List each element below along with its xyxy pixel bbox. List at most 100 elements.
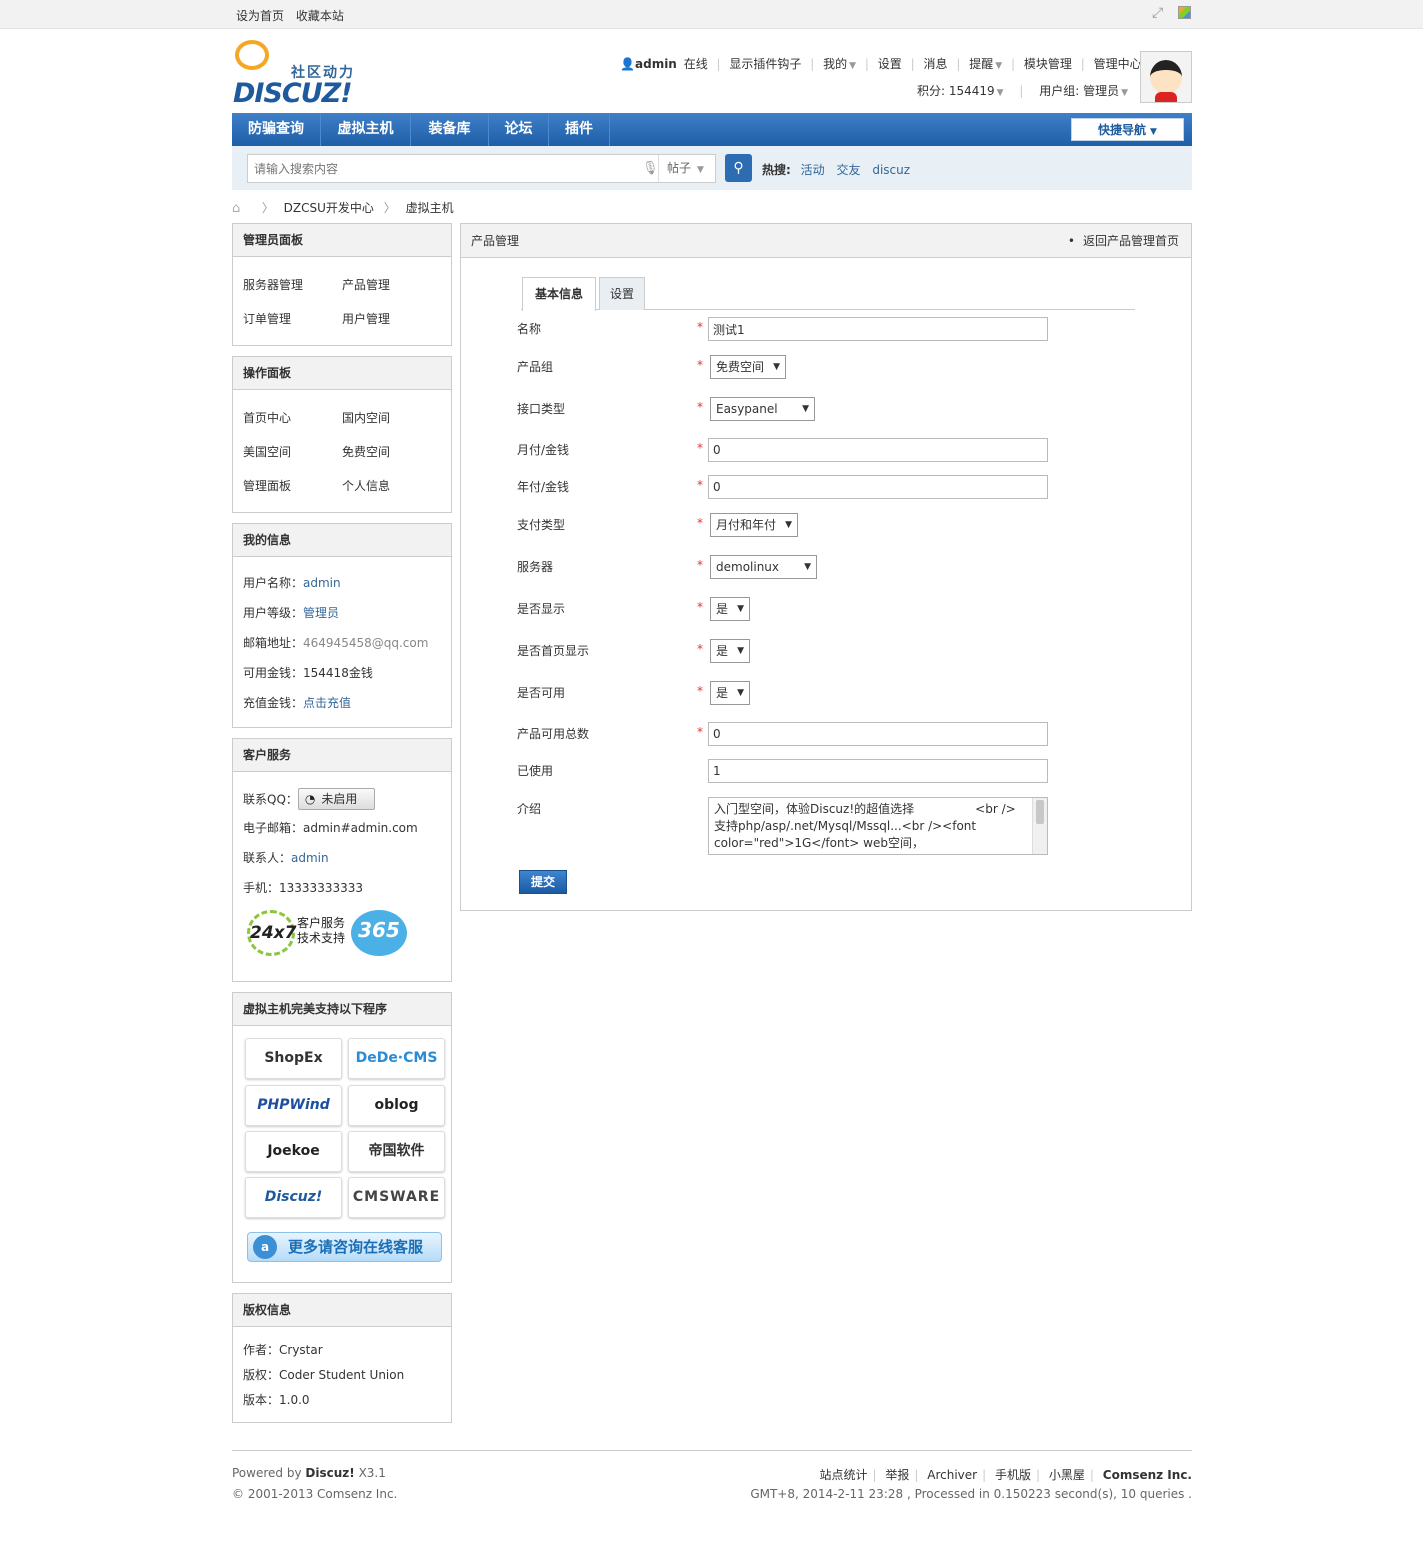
chevron-down-icon: ▼ [995, 61, 1003, 71]
home-show-select[interactable]: 是 ▼ [710, 639, 750, 663]
hot-word[interactable]: discuz [872, 163, 910, 177]
style-switch-icon[interactable] [1177, 6, 1191, 19]
footer-link-archiver[interactable]: Archiver [927, 1468, 977, 1482]
logo-dedecms[interactable]: DeDe·CMS [348, 1038, 445, 1079]
chevron-down-icon: ▼ [773, 362, 780, 372]
scrollbar[interactable] [1032, 798, 1047, 854]
site-logo[interactable]: 社区动力 DISCUZ! [233, 40, 368, 109]
qq-button[interactable]: ◔ 未启用 [297, 788, 375, 810]
main-nav: 防骗查询 虚拟主机 装备库 论坛 插件 [232, 113, 1192, 146]
microphone-icon[interactable]: 🎙 [642, 161, 659, 176]
sidebar-item-product-admin[interactable]: 产品管理 [342, 276, 390, 293]
field-label: 名称 [517, 322, 542, 336]
discuz-link[interactable]: Discuz! [305, 1466, 354, 1480]
monthly-price-input[interactable] [708, 438, 1048, 462]
badge-text: 客户服务 [297, 916, 346, 930]
points-link[interactable]: 积分: 154419 [917, 84, 995, 98]
info-label: 用户名称： [243, 576, 304, 590]
search-type-select[interactable]: 帖子 ▼ [658, 155, 716, 182]
nav-item-fraud-check[interactable]: 防骗查询 [232, 113, 321, 146]
chevron-down-icon: ▼ [1121, 88, 1129, 98]
home-icon[interactable]: ⌂ [232, 201, 246, 216]
field-label: 服务器 [517, 560, 554, 574]
info-label: 可用金钱： [243, 666, 304, 680]
admin-center-link[interactable]: 管理中心 [1094, 57, 1142, 71]
bookmark-link[interactable]: 收藏本站 [296, 9, 344, 23]
my-menu-link[interactable]: 我的 [823, 57, 847, 71]
search-type-label: 帖子 [667, 161, 692, 175]
search-input[interactable] [248, 155, 653, 182]
logo-shopex[interactable]: ShopEx [245, 1038, 342, 1079]
logo-phpwind[interactable]: PHPWind [245, 1085, 342, 1126]
logo-discuz[interactable]: Discuz! [245, 1177, 342, 1218]
module-admin-link[interactable]: 模块管理 [1024, 57, 1072, 71]
footer-link-stats[interactable]: 站点统计 [819, 1468, 867, 1482]
intro-textarea[interactable]: 入门型空间，体验Discuz!的超值选择 <br /> 支持php/asp/.n… [708, 797, 1048, 855]
footer-link-report[interactable]: 举报 [885, 1468, 909, 1482]
quick-nav-button[interactable]: 快捷导航 ▼ [1071, 118, 1184, 141]
required-mark: * [697, 684, 703, 698]
logo-joekoe[interactable]: Joekoe [245, 1131, 342, 1172]
product-group-select[interactable]: 免费空间 ▼ [710, 355, 786, 379]
sidebar-item-us[interactable]: 美国空间 [243, 443, 291, 460]
total-input[interactable] [708, 722, 1048, 746]
sidebar-item-user-admin[interactable]: 用户管理 [342, 310, 390, 327]
user-level-value[interactable]: 管理员 [303, 606, 339, 620]
used-input[interactable] [708, 759, 1048, 783]
avatar[interactable] [1140, 51, 1192, 103]
sidebar-item-domestic[interactable]: 国内空间 [342, 409, 390, 426]
username-link[interactable]: admin [635, 57, 677, 71]
contact-link[interactable]: admin [291, 851, 329, 865]
footer-link-comsenz[interactable]: Comsenz Inc. [1103, 1468, 1192, 1482]
sidebar-item-manage[interactable]: 管理面板 [243, 477, 291, 494]
username-value[interactable]: admin [303, 576, 341, 590]
footer-link-mobile[interactable]: 手机版 [995, 1468, 1031, 1482]
breadcrumb-item[interactable]: DZCSU开发中心 [284, 201, 374, 215]
nav-item-plugins[interactable]: 插件 [549, 113, 610, 146]
chevron-down-icon: ▼ [1150, 127, 1157, 137]
show-hooks-link[interactable]: 显示插件钩子 [729, 57, 801, 71]
logo-phome[interactable]: 帝国软件 [348, 1131, 445, 1172]
available-select[interactable]: 是 ▼ [710, 681, 750, 705]
panel-title: 版权信息 [233, 1294, 451, 1327]
logo-cmsware[interactable]: CMSWARE [348, 1177, 445, 1218]
show-select[interactable]: 是 ▼ [710, 597, 750, 621]
hot-search-label: 热搜: [762, 163, 791, 177]
sidebar-item-profile[interactable]: 个人信息 [342, 477, 390, 494]
submit-button[interactable]: 提交 [519, 870, 567, 894]
nav-item-forum[interactable]: 论坛 [489, 113, 549, 146]
logo-oblog[interactable]: oblog [348, 1085, 445, 1126]
hot-word[interactable]: 活动 [801, 163, 825, 177]
name-input[interactable] [708, 317, 1048, 341]
tab-basic-info[interactable]: 基本信息 [522, 277, 596, 311]
footer-link-blackroom[interactable]: 小黑屋 [1049, 1468, 1085, 1482]
back-link[interactable]: • 返回产品管理首页 [1068, 224, 1179, 258]
api-type-select[interactable]: Easypanel ▼ [710, 397, 815, 421]
server-select[interactable]: demolinux ▼ [710, 555, 817, 579]
set-home-link[interactable]: 设为首页 [236, 9, 284, 23]
field-label: 产品组 [517, 360, 554, 374]
settings-link[interactable]: 设置 [878, 57, 902, 71]
sidebar-item-server-admin[interactable]: 服务器管理 [243, 276, 303, 293]
tab-settings[interactable]: 设置 [599, 277, 645, 310]
expand-icon[interactable]: ⤢ [1152, 6, 1166, 20]
notifications-link[interactable]: 提醒 [969, 57, 993, 71]
yearly-price-input[interactable] [708, 475, 1048, 499]
nav-item-equipment[interactable]: 装备库 [411, 113, 489, 146]
logo-bubble-icon [235, 40, 269, 70]
sidebar-item-free[interactable]: 免费空间 [342, 443, 390, 460]
online-service-button[interactable]: a 更多请咨询在线客服 [247, 1232, 442, 1262]
sidebar-item-home[interactable]: 首页中心 [243, 409, 291, 426]
customer-service-panel: 客户服务 联系QQ： ◔ 未启用 电子邮箱：admin#admin.com 联系人：… [232, 738, 452, 982]
panel-title: 虚拟主机完美支持以下程序 [233, 993, 451, 1026]
hot-word[interactable]: 交友 [836, 163, 860, 177]
nav-item-virtual-host[interactable]: 虚拟主机 [321, 113, 411, 146]
recharge-link[interactable]: 点击充值 [303, 696, 351, 710]
sidebar-item-order-admin[interactable]: 订单管理 [243, 310, 291, 327]
search-button[interactable]: ⚲ [725, 154, 752, 182]
pay-type-select[interactable]: 月付和年付 ▼ [710, 513, 798, 537]
panel-title: 管理员面板 [233, 224, 451, 257]
messages-link[interactable]: 消息 [923, 57, 947, 71]
usergroup-link[interactable]: 用户组: 管理员 [1039, 84, 1119, 98]
chevron-down-icon: ▼ [737, 646, 744, 656]
